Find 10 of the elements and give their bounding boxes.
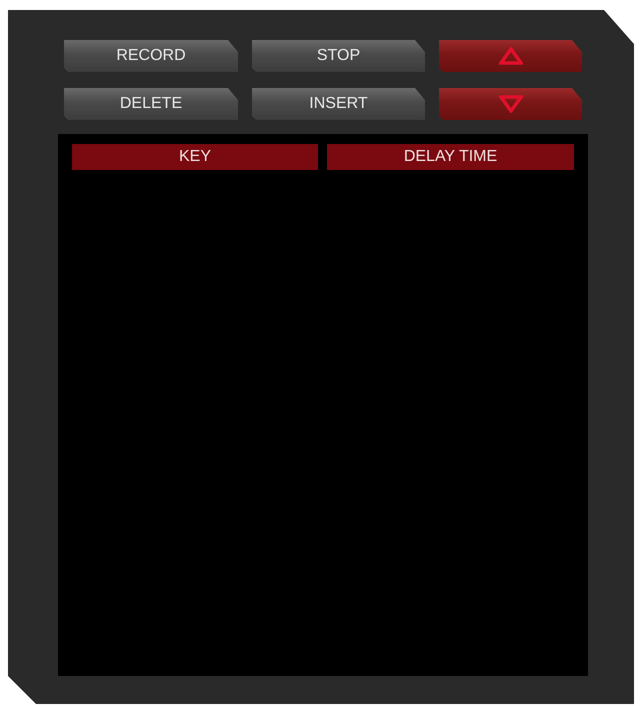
column-header: DELAY TIME bbox=[327, 144, 574, 170]
move-down-button[interactable] bbox=[439, 88, 582, 120]
macro-button[interactable]: INSERT bbox=[252, 88, 425, 120]
macro-button[interactable]: STOP bbox=[252, 40, 425, 72]
macro-button[interactable]: DELETE bbox=[64, 88, 238, 120]
move-up-button[interactable] bbox=[439, 40, 582, 72]
down-triangle-icon bbox=[498, 95, 522, 113]
macro-button[interactable]: RECORD bbox=[64, 40, 238, 72]
column-header: KEY bbox=[72, 144, 318, 170]
up-triangle-icon bbox=[498, 47, 522, 65]
